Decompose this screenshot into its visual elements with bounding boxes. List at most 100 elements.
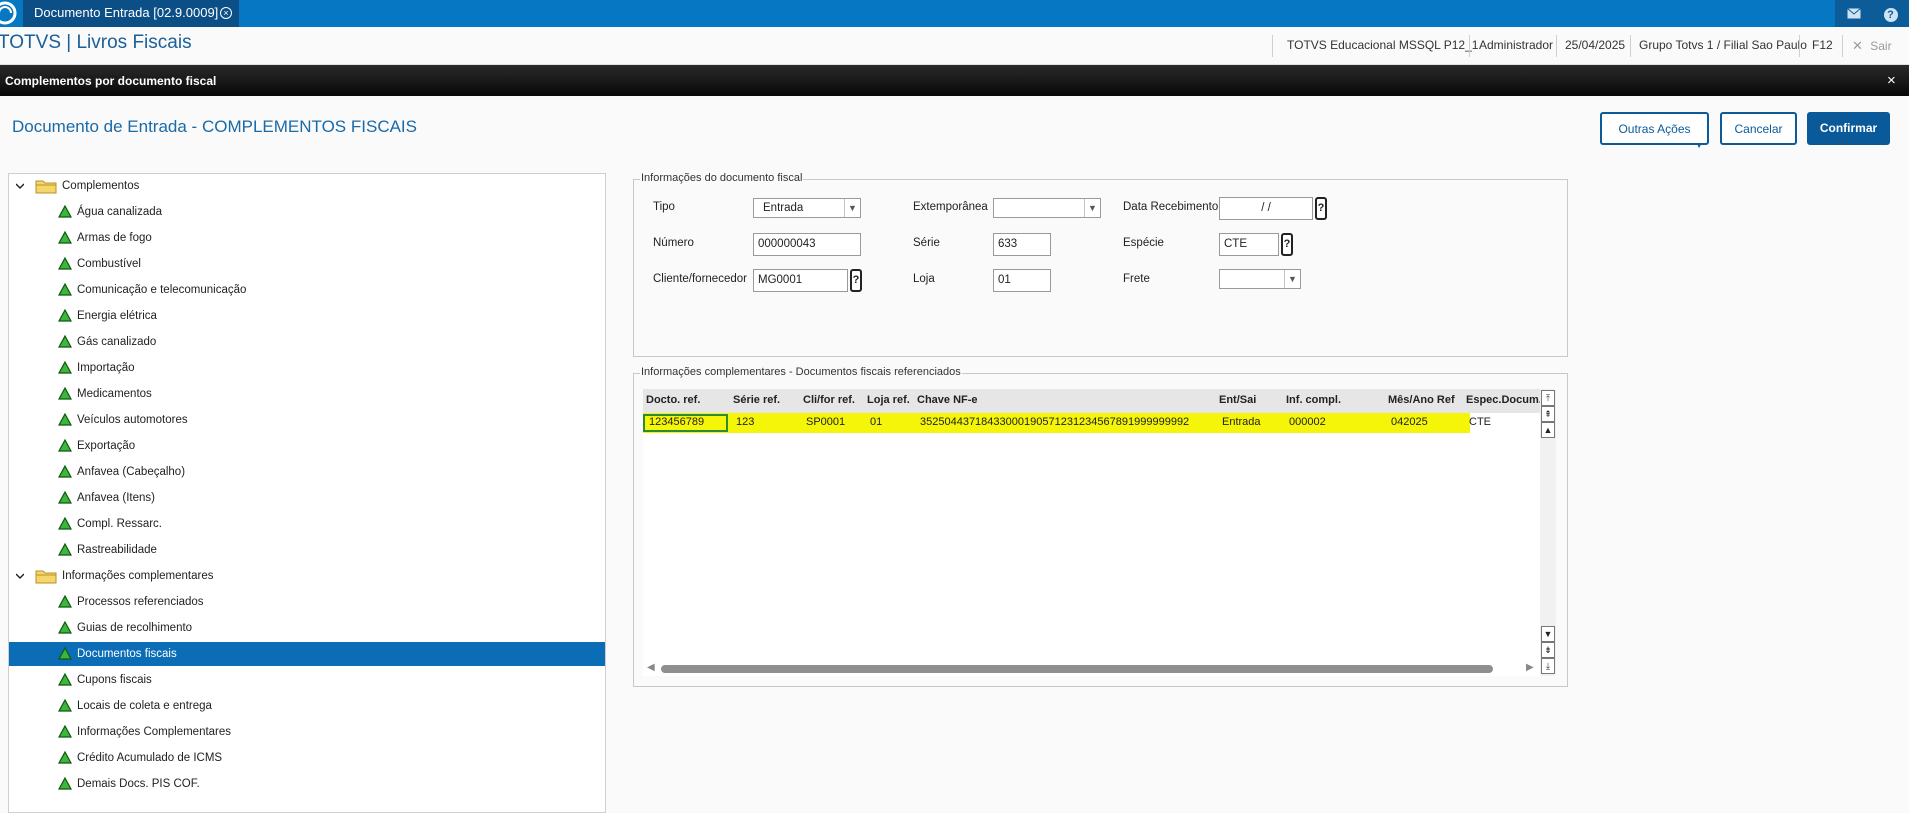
scroll-right-icon[interactable]: ▶ bbox=[1526, 662, 1534, 673]
scroll-up-icon[interactable]: ▲ bbox=[1541, 422, 1555, 438]
extemporanea-label: Extemporânea bbox=[913, 201, 988, 213]
table-cell[interactable]: 123 bbox=[736, 416, 754, 428]
tree-item-label: Exportação bbox=[77, 440, 136, 452]
tree-item[interactable]: Energia elétrica bbox=[9, 304, 605, 328]
triangle-status-icon bbox=[58, 517, 72, 530]
referenced-docs-grid[interactable]: Docto. ref. Série ref. Cli/for ref. Loja re… bbox=[643, 389, 1556, 676]
triangle-status-icon bbox=[58, 335, 72, 348]
date-lookup-button[interactable]: ? bbox=[1315, 197, 1327, 220]
cancel-button[interactable]: Cancelar bbox=[1720, 112, 1797, 145]
tree-group[interactable]: Complementos bbox=[9, 174, 605, 198]
confirm-button[interactable]: Confirmar bbox=[1807, 112, 1890, 145]
column-header[interactable]: Espec.Docum. bbox=[1466, 394, 1542, 406]
chevron-down-icon[interactable] bbox=[16, 572, 24, 580]
especie-lookup-button[interactable]: ? bbox=[1281, 233, 1293, 256]
tree-item[interactable]: Armas de fogo bbox=[9, 226, 605, 250]
tree-item-label: Medicamentos bbox=[77, 388, 152, 400]
scroll-top-icon[interactable]: ⤒ bbox=[1541, 390, 1555, 406]
dialog-close-icon[interactable]: × bbox=[1887, 72, 1896, 89]
data-recebimento-input[interactable]: / / bbox=[1219, 197, 1313, 220]
column-header[interactable]: Ent/Sai bbox=[1219, 394, 1256, 406]
tree-item[interactable]: Documentos fiscais bbox=[9, 642, 605, 666]
tree-item[interactable]: Anfavea (Cabeçalho) bbox=[9, 460, 605, 484]
frete-select[interactable]: ▼ bbox=[1219, 269, 1301, 289]
tipo-select[interactable]: Entrada ▼ bbox=[753, 198, 861, 218]
tree-item-label: Locais de coleta e entrega bbox=[77, 700, 212, 712]
scroll-page-up-icon[interactable]: ⇞ bbox=[1541, 406, 1555, 422]
scroll-page-down-icon[interactable]: ⇟ bbox=[1541, 642, 1555, 658]
top-bar: Documento Entrada [02.9.0009] × ? bbox=[0, 0, 1909, 27]
column-header[interactable]: Série ref. bbox=[733, 394, 780, 406]
tree-item[interactable]: Veículos automotores bbox=[9, 408, 605, 432]
close-tab-icon[interactable]: × bbox=[220, 7, 232, 19]
column-header[interactable]: Mês/Ano Ref bbox=[1388, 394, 1455, 406]
table-cell[interactable]: 01 bbox=[870, 416, 882, 428]
tree-item-label: Gás canalizado bbox=[77, 336, 157, 348]
extemporanea-select[interactable]: ▼ bbox=[993, 198, 1101, 218]
cliente-lookup-button[interactable]: ? bbox=[850, 269, 862, 292]
tree-item[interactable]: Rastreabilidade bbox=[9, 538, 605, 562]
table-row[interactable]: 123456789 123 SP0001 01 35250443718433000190… bbox=[643, 413, 1491, 433]
f12-button[interactable]: F12 bbox=[1812, 38, 1833, 52]
table-cell[interactable]: 000002 bbox=[1289, 416, 1326, 428]
grid-header: Docto. ref. Série ref. Cli/for ref. Loja re… bbox=[643, 389, 1542, 413]
envelope-icon[interactable] bbox=[1835, 0, 1872, 27]
more-actions-button[interactable]: Outras Ações ▼ bbox=[1600, 112, 1709, 150]
tree-group-label: Informações complementares bbox=[62, 570, 214, 582]
table-cell[interactable]: SP0001 bbox=[806, 416, 845, 428]
loja-input[interactable]: 01 bbox=[993, 269, 1051, 292]
triangle-status-icon bbox=[58, 465, 72, 478]
tree-item[interactable]: Importação bbox=[9, 356, 605, 380]
column-header[interactable]: Loja ref. bbox=[867, 394, 910, 406]
column-header[interactable]: Inf. compl. bbox=[1286, 394, 1341, 406]
tree-item[interactable]: Demais Docs. PIS COF. bbox=[9, 772, 605, 796]
table-cell[interactable]: Entrada bbox=[1222, 416, 1261, 428]
tree-item[interactable]: Informações Complementares bbox=[9, 720, 605, 744]
tree-item[interactable]: Crédito Acumulado de ICMS bbox=[9, 746, 605, 770]
table-cell[interactable]: 3525044371843300019057123123456789199999… bbox=[920, 416, 1189, 428]
tree-group-label: Complementos bbox=[62, 180, 140, 192]
scroll-left-icon[interactable]: ◀ bbox=[647, 662, 655, 673]
tree-item-label: Rastreabilidade bbox=[77, 544, 157, 556]
tree-item[interactable]: Anfavea (Itens) bbox=[9, 486, 605, 510]
scroll-bottom-icon[interactable]: ⤓ bbox=[1541, 658, 1555, 674]
tree-item[interactable]: Guias de recolhimento bbox=[9, 616, 605, 640]
chevron-down-icon: ▼ bbox=[1284, 270, 1300, 288]
tree-item[interactable]: Locais de coleta e entrega bbox=[9, 694, 605, 718]
tree-item-label: Anfavea (Itens) bbox=[77, 492, 155, 504]
tree-item[interactable]: Comunicação e telecomunicação bbox=[9, 278, 605, 302]
chevron-down-icon[interactable] bbox=[16, 182, 24, 190]
question-icon[interactable]: ? bbox=[1872, 0, 1909, 27]
column-header[interactable]: Docto. ref. bbox=[646, 394, 700, 406]
serie-input[interactable]: 633 bbox=[993, 233, 1051, 256]
exit-button[interactable]: ✕ Sair bbox=[1852, 38, 1892, 54]
tree-item[interactable]: Exportação bbox=[9, 434, 605, 458]
document-tab[interactable]: Documento Entrada [02.9.0009] × bbox=[23, 0, 239, 27]
tree-item[interactable]: Compl. Ressarc. bbox=[9, 512, 605, 536]
cliente-input[interactable]: MG0001 bbox=[753, 269, 848, 292]
especie-input[interactable]: CTE bbox=[1219, 233, 1279, 256]
referenced-docs-legend: Informações complementares - Documentos … bbox=[640, 366, 962, 378]
tree-group[interactable]: Informações complementares bbox=[9, 564, 605, 588]
tree-item[interactable]: Combustível bbox=[9, 252, 605, 276]
column-header[interactable]: Chave NF-e bbox=[917, 394, 978, 406]
scroll-down-icon[interactable]: ▼ bbox=[1541, 626, 1555, 642]
tree-item[interactable]: Processos referenciados bbox=[9, 590, 605, 614]
numero-input[interactable]: 000000043 bbox=[753, 233, 861, 256]
branch-label[interactable]: Grupo Totvs 1 / Filial Sao Paulo bbox=[1639, 38, 1807, 52]
complements-tree[interactable]: Complementos Água canalizada Armas de fogo… bbox=[8, 173, 606, 813]
scrollbar-thumb[interactable] bbox=[661, 665, 1493, 673]
triangle-status-icon bbox=[58, 283, 72, 296]
tree-item[interactable]: Cupons fiscais bbox=[9, 668, 605, 692]
table-cell[interactable]: 123456789 bbox=[649, 416, 704, 428]
horizontal-scrollbar[interactable]: ◀ ▶ bbox=[643, 660, 1540, 676]
environment-label: TOTVS Educacional MSSQL P12_1 bbox=[1287, 38, 1479, 52]
column-header[interactable]: Cli/for ref. bbox=[803, 394, 855, 406]
tree-item[interactable]: Medicamentos bbox=[9, 382, 605, 406]
table-cell[interactable]: CTE bbox=[1469, 416, 1491, 428]
vertical-scrollbar[interactable]: ⤒ ⇞ ▲ ▼ ⇟ ⤓ bbox=[1540, 389, 1556, 676]
triangle-status-icon bbox=[58, 439, 72, 452]
table-cell[interactable]: 042025 bbox=[1391, 416, 1428, 428]
tree-item[interactable]: Água canalizada bbox=[9, 200, 605, 224]
tree-item[interactable]: Gás canalizado bbox=[9, 330, 605, 354]
